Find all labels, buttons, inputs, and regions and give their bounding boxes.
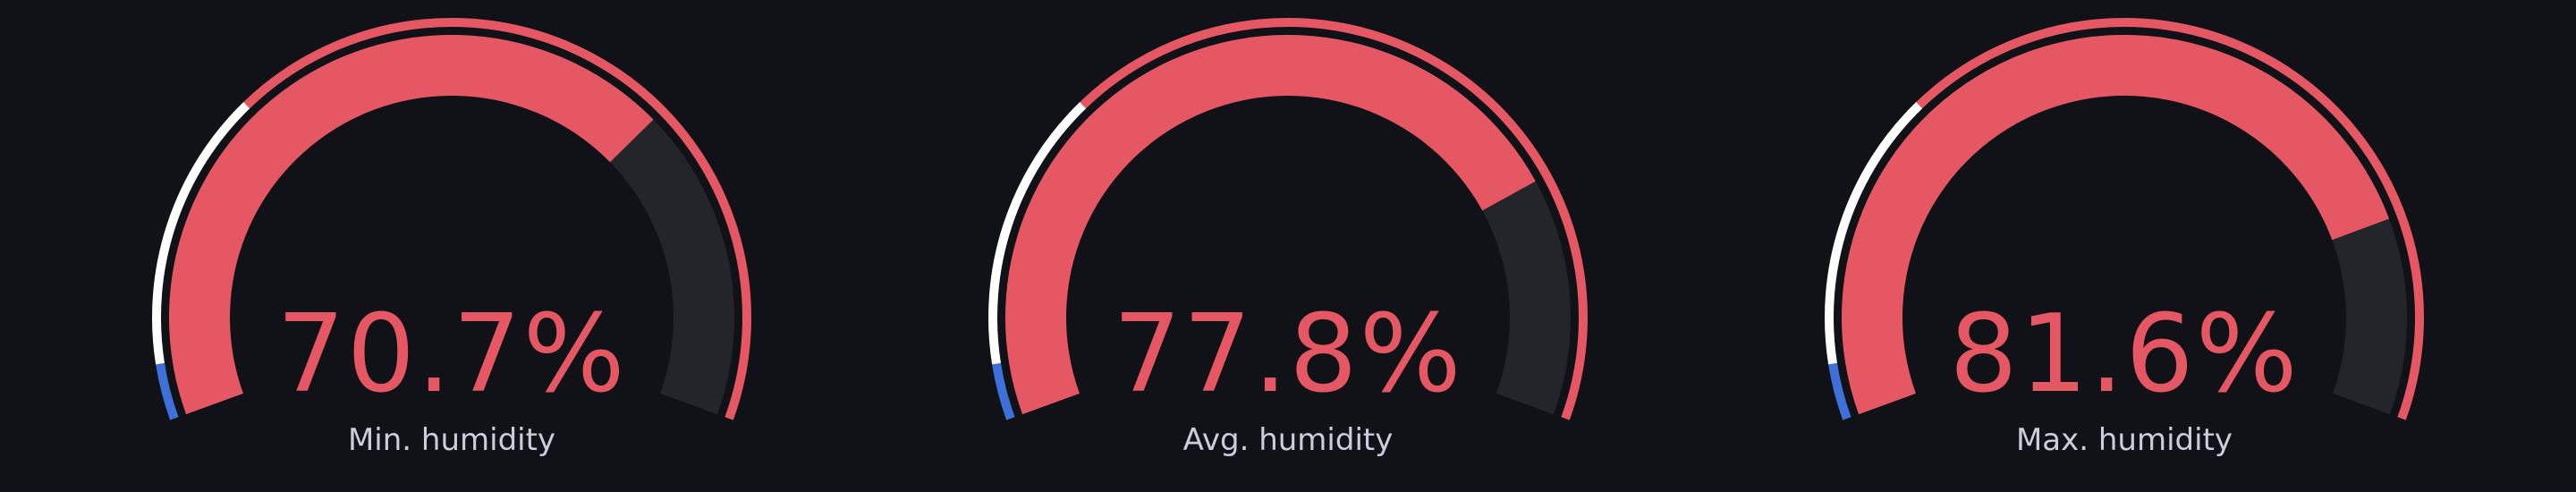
gauge-avg-humidity: 77.8% Avg. humidity [988,18,1588,458]
gauge-label: Avg. humidity [1183,422,1394,458]
gauge-value: 81.6% [1949,293,2299,417]
gauge-min-humidity: 70.7% Min. humidity [152,18,751,458]
gauge-label: Max. humidity [2016,422,2233,458]
gauge-label: Min. humidity [348,422,555,458]
gauge-max-humidity: 81.6% Max. humidity [1825,18,2424,458]
gauge-value: 70.7% [276,293,626,417]
gauge-row: 70.7% Min. humidity 77.8% Avg. humidity … [152,18,2424,458]
gauge-panel: 70.7% Min. humidity 77.8% Avg. humidity … [0,0,2576,492]
gauge-value: 77.8% [1113,293,1462,417]
